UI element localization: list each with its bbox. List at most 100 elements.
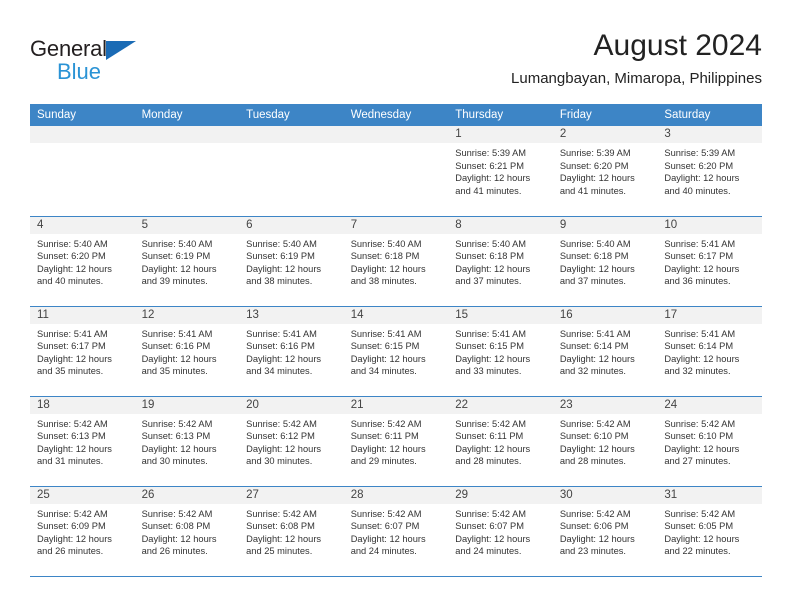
day-detail-daylight2: and 35 minutes. xyxy=(37,366,104,377)
calendar-day-cell[interactable]: 6 Sunrise: 5:40 AM Sunset: 6:19 PM Daylight… xyxy=(239,216,344,307)
day-detail-daylight1: Daylight: 12 hours xyxy=(37,263,112,274)
day-detail-daylight2: and 27 minutes. xyxy=(664,456,731,467)
calendar-day-cell[interactable]: 3 Sunrise: 5:39 AM Sunset: 6:20 PM Daylight… xyxy=(657,126,762,217)
day-detail-daylight1: Daylight: 12 hours xyxy=(559,353,635,364)
day-detail-daylight2: and 35 minutes. xyxy=(141,366,208,377)
day-detail-daylight2: and 22 minutes. xyxy=(664,546,731,557)
day-detail-sunset: Sunset: 6:08 PM xyxy=(141,521,211,532)
day-detail-daylight2: and 41 minutes. xyxy=(455,185,522,196)
day-detail-sunset: Sunset: 6:20 PM xyxy=(559,160,629,171)
day-detail-sunrise: Sunrise: 5:42 AM xyxy=(664,508,736,519)
day-detail-daylight1: Daylight: 12 hours xyxy=(141,533,217,544)
calendar-day-cell[interactable]: 19 Sunrise: 5:42 AM Sunset: 6:13 PM Dayligh… xyxy=(134,396,240,487)
day-detail-daylight2: and 32 minutes. xyxy=(664,366,731,377)
calendar-day-cell[interactable]: 18 Sunrise: 5:42 AM Sunset: 6:13 PM Dayligh… xyxy=(30,396,135,487)
calendar-day-cell[interactable]: 10 Sunrise: 5:41 AM Sunset: 6:17 PM Dayligh… xyxy=(657,216,762,307)
day-details xyxy=(30,143,135,147)
day-detail-sunset: Sunset: 6:16 PM xyxy=(246,341,315,352)
day-details: Sunrise: 5:39 AM Sunset: 6:20 PM Daylight:… xyxy=(657,143,762,197)
day-detail-daylight2: and 25 minutes. xyxy=(246,546,313,557)
calendar-day-cell[interactable]: 14 Sunrise: 5:41 AM Sunset: 6:15 PM Dayligh… xyxy=(343,306,449,397)
calendar-day-cell[interactable]: 21 Sunrise: 5:42 AM Sunset: 6:11 PM Dayligh… xyxy=(343,396,449,487)
day-details: Sunrise: 5:40 AM Sunset: 6:18 PM Daylight:… xyxy=(553,234,658,288)
day-detail-sunrise: Sunrise: 5:42 AM xyxy=(664,418,736,429)
day-detail-sunrise: Sunrise: 5:41 AM xyxy=(559,328,631,339)
day-detail-sunrise: Sunrise: 5:42 AM xyxy=(455,508,527,519)
day-details: Sunrise: 5:42 AM Sunset: 6:13 PM Daylight:… xyxy=(135,414,240,468)
day-details: Sunrise: 5:42 AM Sunset: 6:08 PM Daylight:… xyxy=(239,504,344,558)
calendar-day-cell[interactable]: 2 Sunrise: 5:39 AM Sunset: 6:20 PM Daylight… xyxy=(552,126,658,217)
day-detail-daylight1: Daylight: 12 hours xyxy=(246,263,322,274)
calendar-day-cell[interactable]: 16 Sunrise: 5:41 AM Sunset: 6:14 PM Dayligh… xyxy=(552,306,658,397)
calendar-day-cell[interactable]: 5 Sunrise: 5:40 AM Sunset: 6:19 PM Daylight… xyxy=(134,216,240,307)
day-detail-daylight1: Daylight: 12 hours xyxy=(246,353,322,364)
day-detail-daylight1: Daylight: 12 hours xyxy=(246,443,322,454)
calendar-day-cell[interactable]: 23 Sunrise: 5:42 AM Sunset: 6:10 PM Dayligh… xyxy=(552,396,658,487)
day-detail-daylight2: and 24 minutes. xyxy=(350,546,417,557)
calendar-day-cell[interactable]: 22 Sunrise: 5:42 AM Sunset: 6:11 PM Dayligh… xyxy=(448,396,553,487)
day-number: 12 xyxy=(134,306,240,324)
day-detail-sunrise: Sunrise: 5:39 AM xyxy=(455,148,527,158)
calendar-day-cell[interactable]: 4 Sunrise: 5:40 AM Sunset: 6:20 PM Daylight… xyxy=(30,216,135,307)
day-detail-sunrise: Sunrise: 5:41 AM xyxy=(141,328,213,339)
day-details: Sunrise: 5:41 AM Sunset: 6:14 PM Daylight:… xyxy=(657,324,762,378)
calendar-day-cell[interactable]: 31 Sunrise: 5:42 AM Sunset: 6:05 PM Dayligh… xyxy=(657,486,762,577)
day-number: 20 xyxy=(239,396,344,414)
page-title: August 2024 xyxy=(593,29,762,62)
day-detail-sunset: Sunset: 6:18 PM xyxy=(455,251,524,262)
weekday-header-friday: Friday xyxy=(552,104,658,126)
calendar-day-cell[interactable]: 24 Sunrise: 5:42 AM Sunset: 6:10 PM Dayligh… xyxy=(657,396,762,487)
day-detail-daylight2: and 39 minutes. xyxy=(141,276,208,287)
day-details: Sunrise: 5:40 AM Sunset: 6:18 PM Daylight:… xyxy=(344,234,449,288)
day-detail-sunset: Sunset: 6:10 PM xyxy=(664,431,734,442)
day-detail-daylight1: Daylight: 12 hours xyxy=(455,533,531,544)
calendar-day-cell[interactable]: 27 Sunrise: 5:42 AM Sunset: 6:08 PM Dayligh… xyxy=(239,486,344,577)
day-detail-sunrise: Sunrise: 5:40 AM xyxy=(141,238,213,249)
day-details: Sunrise: 5:42 AM Sunset: 6:12 PM Daylight:… xyxy=(239,414,344,468)
calendar-day-cell[interactable]: 30 Sunrise: 5:42 AM Sunset: 6:06 PM Dayligh… xyxy=(552,486,658,577)
day-detail-daylight2: and 28 minutes. xyxy=(455,456,522,467)
generalblue-logo[interactable]: General Blue xyxy=(30,36,210,92)
day-detail-sunrise: Sunrise: 5:40 AM xyxy=(559,238,631,249)
day-number: 24 xyxy=(657,396,762,414)
calendar-day-cell[interactable]: 28 Sunrise: 5:42 AM Sunset: 6:07 PM Dayligh… xyxy=(343,486,449,577)
calendar-day-cell[interactable]: 26 Sunrise: 5:42 AM Sunset: 6:08 PM Dayligh… xyxy=(134,486,240,577)
calendar-day-cell[interactable]: 7 Sunrise: 5:40 AM Sunset: 6:18 PM Daylight… xyxy=(343,216,449,307)
calendar-day-cell[interactable]: 8 Sunrise: 5:40 AM Sunset: 6:18 PM Daylight… xyxy=(448,216,553,307)
calendar-day-cell[interactable]: 20 Sunrise: 5:42 AM Sunset: 6:12 PM Dayligh… xyxy=(239,396,344,487)
day-details: Sunrise: 5:40 AM Sunset: 6:18 PM Daylight:… xyxy=(448,234,553,288)
calendar-day-cell[interactable]: 15 Sunrise: 5:41 AM Sunset: 6:15 PM Dayligh… xyxy=(448,306,553,397)
day-number xyxy=(239,126,344,143)
day-detail-sunrise: Sunrise: 5:41 AM xyxy=(246,328,317,339)
day-detail-sunset: Sunset: 6:15 PM xyxy=(350,341,420,352)
day-detail-sunrise: Sunrise: 5:40 AM xyxy=(455,238,527,249)
day-number: 14 xyxy=(343,306,449,324)
calendar-table: Sunday Monday Tuesday Wednesday Thursday… xyxy=(30,104,762,577)
day-detail-daylight1: Daylight: 12 hours xyxy=(559,173,635,184)
calendar-week-row: 1 Sunrise: 5:39 AM Sunset: 6:21 PM Daylight… xyxy=(30,126,762,217)
calendar-day-cell[interactable]: 12 Sunrise: 5:41 AM Sunset: 6:16 PM Dayligh… xyxy=(134,306,240,397)
calendar-day-cell[interactable]: 13 Sunrise: 5:41 AM Sunset: 6:16 PM Dayligh… xyxy=(239,306,344,397)
calendar-day-cell[interactable]: 11 Sunrise: 5:41 AM Sunset: 6:17 PM Dayligh… xyxy=(30,306,135,397)
calendar-day-cell[interactable]: 25 Sunrise: 5:42 AM Sunset: 6:09 PM Dayligh… xyxy=(30,486,135,577)
day-detail-sunset: Sunset: 6:16 PM xyxy=(141,341,211,352)
day-detail-daylight1: Daylight: 12 hours xyxy=(664,443,740,454)
day-detail-sunrise: Sunrise: 5:42 AM xyxy=(37,418,108,429)
calendar-day-cell[interactable]: 17 Sunrise: 5:41 AM Sunset: 6:14 PM Dayligh… xyxy=(657,306,762,397)
day-detail-sunset: Sunset: 6:10 PM xyxy=(559,431,629,442)
calendar-day-cell[interactable]: 1 Sunrise: 5:39 AM Sunset: 6:21 PM Daylight… xyxy=(448,126,553,217)
day-detail-sunset: Sunset: 6:19 PM xyxy=(141,251,211,262)
calendar-week-row: 25 Sunrise: 5:42 AM Sunset: 6:09 PM Dayligh… xyxy=(30,486,762,577)
day-detail-sunrise: Sunrise: 5:40 AM xyxy=(350,238,422,249)
day-number: 21 xyxy=(343,396,449,414)
calendar-day-cell[interactable]: 9 Sunrise: 5:40 AM Sunset: 6:18 PM Daylight… xyxy=(552,216,658,307)
day-detail-sunrise: Sunrise: 5:40 AM xyxy=(246,238,317,249)
day-number: 28 xyxy=(343,486,449,504)
day-detail-sunrise: Sunrise: 5:41 AM xyxy=(350,328,422,339)
day-details: Sunrise: 5:41 AM Sunset: 6:16 PM Daylight:… xyxy=(135,324,240,378)
calendar-week-row: 4 Sunrise: 5:40 AM Sunset: 6:20 PM Daylight… xyxy=(30,216,762,307)
calendar-day-cell[interactable]: 29 Sunrise: 5:42 AM Sunset: 6:07 PM Dayligh… xyxy=(448,486,553,577)
day-detail-daylight1: Daylight: 12 hours xyxy=(664,263,740,274)
day-detail-sunset: Sunset: 6:14 PM xyxy=(664,341,734,352)
day-detail-daylight1: Daylight: 12 hours xyxy=(559,443,635,454)
